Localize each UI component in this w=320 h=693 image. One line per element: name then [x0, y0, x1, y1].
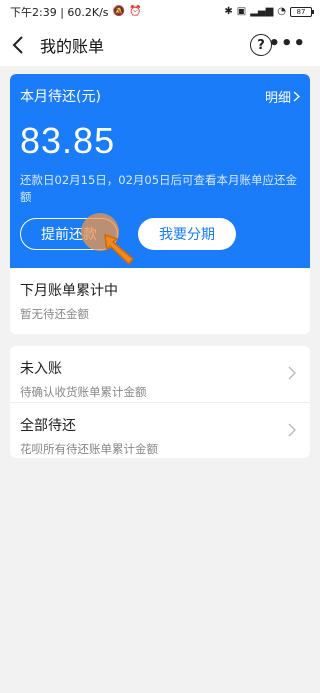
- back-arrow-icon[interactable]: [12, 34, 34, 56]
- battery-level: 87: [296, 8, 306, 16]
- repayment-note: 还款日02月15日，02月05日后可查看本月账单应还金额: [20, 173, 298, 204]
- detail-link-label: 明细: [264, 90, 291, 106]
- list-item-unposted[interactable]: 未入账 待确认收货账单累计金额: [10, 346, 310, 402]
- signal-icon: ▂▄▆: [250, 6, 274, 17]
- list-item-title: 未入账: [20, 361, 62, 377]
- pointer-arrow-icon: [104, 234, 134, 265]
- chevron-right-icon: [288, 366, 296, 380]
- detail-link[interactable]: 明细: [265, 87, 300, 106]
- early-repay-button[interactable]: 提前还款: [20, 213, 134, 265]
- chevron-right-icon: [293, 90, 300, 102]
- more-icon[interactable]: •••: [268, 35, 306, 53]
- page-title: 我的账单: [40, 37, 105, 56]
- hd-icon: ▣: [236, 6, 247, 17]
- next-month-title: 下月账单累计中: [20, 283, 118, 299]
- amount-due: 83.85: [20, 120, 116, 161]
- alarm-icon: ⏰: [129, 6, 142, 17]
- next-month-subtitle: 暂无待还金额: [20, 307, 89, 321]
- nav-bar: 我的账单 ? •••: [0, 24, 320, 66]
- content: 本月待还(元) 明细 83.85 还款日02月15日，02月05日后可查看本月账…: [0, 66, 320, 458]
- next-month-section: 下月账单累计中 暂无待还金额: [10, 268, 310, 334]
- current-bill-panel: 本月待还(元) 明细 83.85 还款日02月15日，02月05日后可查看本月账…: [10, 74, 310, 268]
- list-item-all-due[interactable]: 全部待还 花呗所有待还账单累计金额: [10, 402, 310, 458]
- installment-label: 我要分期: [159, 227, 215, 243]
- list-item-subtitle: 花呗所有待还账单累计金额: [20, 442, 158, 456]
- wifi-icon: ◔: [277, 6, 286, 17]
- list-item-title: 全部待还: [20, 418, 76, 434]
- list-item-subtitle: 待确认收货账单累计金额: [20, 385, 147, 399]
- status-time-speed: 下午2:39 | 60.2K/s: [10, 6, 109, 19]
- silent-icon: 🔕: [112, 6, 125, 17]
- battery-icon: 87: [290, 7, 314, 17]
- current-bill-title: 本月待还(元): [20, 89, 101, 105]
- bluetooth-icon: ✱: [224, 6, 233, 17]
- installment-button[interactable]: 我要分期: [138, 218, 236, 250]
- status-bar: 下午2:39 | 60.2K/s 🔕 ⏰ ✱ ▣ ▂▄▆ ◔ 87: [0, 0, 320, 24]
- chevron-right-icon: [288, 423, 296, 437]
- bill-list: 未入账 待确认收货账单累计金额 全部待还 花呗所有待还账单累计金额: [10, 346, 310, 458]
- bill-card: 本月待还(元) 明细 83.85 还款日02月15日，02月05日后可查看本月账…: [10, 74, 310, 334]
